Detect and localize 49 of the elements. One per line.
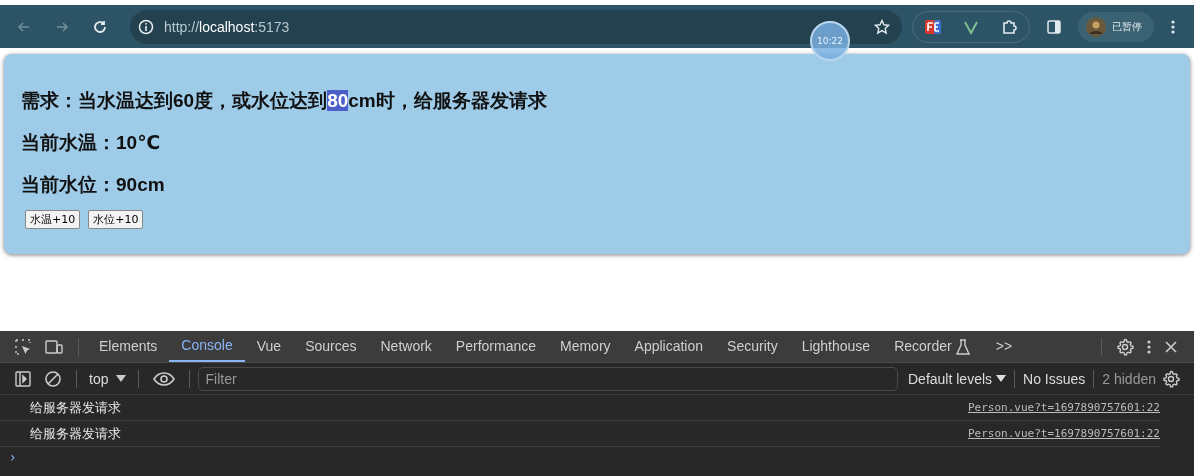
- devtools-tab[interactable]: Console: [169, 331, 245, 362]
- devtools-tab[interactable]: Application: [622, 331, 716, 362]
- eye-icon[interactable]: [153, 370, 176, 387]
- sidebar-icon[interactable]: [14, 369, 32, 388]
- fe-extension-icon[interactable]: [925, 18, 941, 35]
- source-link[interactable]: Person.vue?t=1697890757601:22: [967, 427, 1160, 440]
- caret-icon: [116, 374, 127, 383]
- log-message: 给服务器发请求: [29, 424, 121, 443]
- increment-button[interactable]: 水位+10: [88, 210, 144, 229]
- more-tabs-button[interactable]: >>: [981, 331, 1027, 362]
- side-panel-icon[interactable]: [1046, 18, 1062, 35]
- devtools-tab[interactable]: Performance: [443, 331, 548, 362]
- devtools-tab[interactable]: Elements: [87, 331, 170, 362]
- hidden-count: 2 hidden: [1102, 370, 1156, 387]
- status-text: 当前水温：10℃: [21, 131, 162, 155]
- caret-icon: [996, 374, 1007, 383]
- info-icon[interactable]: [138, 18, 154, 35]
- clear-icon[interactable]: [44, 369, 62, 388]
- profile-button[interactable]: 已暂停: [1078, 11, 1154, 42]
- console-prompt[interactable]: ›: [0, 447, 20, 467]
- devtools-tab[interactable]: Vue: [244, 331, 294, 362]
- close-icon[interactable]: [1164, 339, 1178, 354]
- source-link[interactable]: Person.vue?t=1697890757601:22: [967, 401, 1160, 414]
- puzzle-icon[interactable]: [1001, 18, 1017, 35]
- devtools-tab[interactable]: Memory: [548, 331, 623, 362]
- increment-button[interactable]: 水温+10: [25, 210, 81, 229]
- log-levels-dropdown[interactable]: Default levels: [908, 370, 1007, 387]
- devtools-tab[interactable]: Recorder: [882, 331, 982, 362]
- inspect-icon[interactable]: [14, 337, 32, 356]
- context-dropdown[interactable]: top: [85, 370, 131, 387]
- devtools-tab[interactable]: Lighthouse: [789, 331, 883, 362]
- device-toolbar-icon[interactable]: [44, 337, 64, 356]
- reload-icon[interactable]: [92, 18, 108, 35]
- settings-icon[interactable]: [1162, 369, 1180, 388]
- issues-button[interactable]: No Issues: [1023, 370, 1086, 387]
- more-icon[interactable]: [1170, 18, 1176, 35]
- settings-icon[interactable]: [1116, 337, 1134, 356]
- more-icon[interactable]: [1146, 338, 1152, 355]
- requirement-text: 需求：当水温达到60度，或水位达到80cm时，给服务器发请求: [21, 89, 548, 113]
- star-icon[interactable]: [874, 18, 890, 35]
- url-text: http://localhost:5173: [164, 18, 290, 35]
- devtools-tab[interactable]: Security: [715, 331, 790, 362]
- avatar-icon: [1086, 16, 1106, 37]
- status-text: 当前水位：90cm: [21, 173, 166, 197]
- filter-field[interactable]: Filter: [198, 366, 898, 391]
- flask-icon: [955, 338, 970, 355]
- devtools-tab[interactable]: Sources: [293, 331, 369, 362]
- devtools-tab[interactable]: Network: [368, 331, 444, 362]
- log-message: 给服务器发请求: [29, 398, 121, 417]
